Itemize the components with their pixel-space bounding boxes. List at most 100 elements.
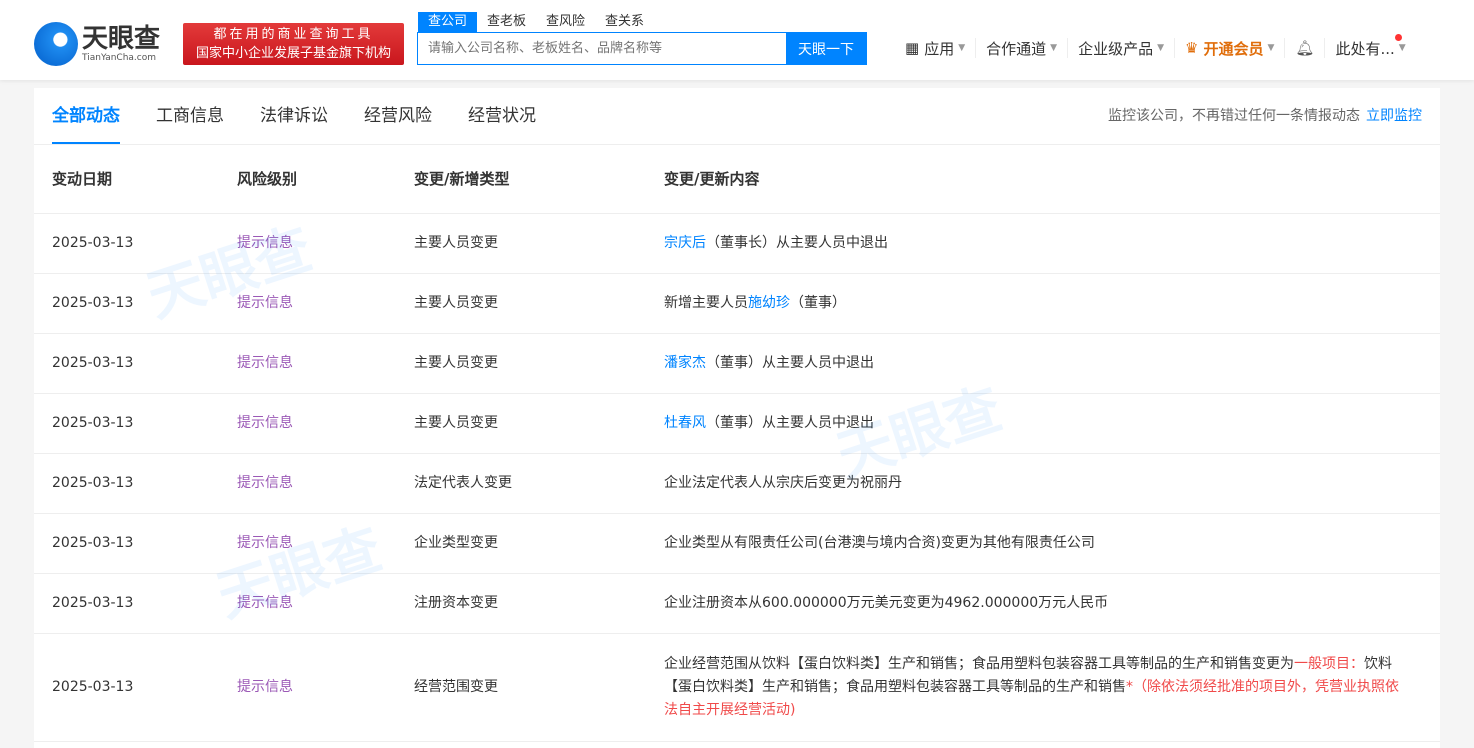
tab-legal[interactable]: 法律诉讼 xyxy=(260,88,328,144)
change-type: 经营范围变更 xyxy=(396,633,646,742)
table-row: 2025-03-13 提示信息 法定代表人变更 企业法定代表人从宗庆后变更为祝丽丹 xyxy=(34,453,1440,514)
table-row: 2025-03-13 提示信息 主要人员变更 新增主要人员施幼珍（董事） xyxy=(34,273,1440,334)
logo-icon xyxy=(34,22,78,66)
monitor-text: 监控该公司，不再错过任何一条情报动态 xyxy=(1108,108,1360,124)
change-content: 新增主要人员施幼珍（董事） xyxy=(646,273,1440,334)
search-tab-company[interactable]: 查公司 xyxy=(418,12,478,32)
table-row: 2025-03-13 提示信息 注册资本变更 企业注册资本从600.000000万元美… xyxy=(34,573,1440,634)
search-button[interactable]: 天眼一下 xyxy=(786,33,866,64)
table-row: 2025-03-13 提示信息 企业类型变更 企业类型从有限责任公司(台港澳与境内合资… xyxy=(34,513,1440,574)
caret-down-icon: ▼ xyxy=(1050,43,1058,53)
change-type: 主要人员变更 xyxy=(396,393,646,454)
bell-icon: 🔔︎ xyxy=(1295,39,1315,57)
notification-dot xyxy=(1394,34,1402,41)
risk-level: 提示信息 xyxy=(219,273,396,334)
user-name: 此处有... xyxy=(1335,39,1395,58)
content-text: 企业法定代表人从宗庆后变更为祝丽丹 xyxy=(664,474,902,491)
nav-enterprise-label: 企业级产品 xyxy=(1078,39,1154,58)
slogan-banner[interactable]: 都在用的商业查询工具 国家中小企业发展子基金旗下机构 xyxy=(183,23,404,65)
content-text: （董事）从主要人员中退出 xyxy=(706,414,874,431)
change-date: 2025-03-13 xyxy=(34,273,219,334)
content-text: 新增主要人员 xyxy=(664,294,748,311)
change-date: 2025-03-13 xyxy=(34,513,219,574)
content-text: 企业类型从有限责任公司(台港澳与境内合资)变更为其他有限责任公司 xyxy=(664,534,1095,551)
logo-name: 天眼查 xyxy=(82,24,161,54)
search-box: 天眼一下 xyxy=(417,32,867,65)
logo[interactable]: 天眼查 TianYanCha.com xyxy=(34,22,160,66)
change-content: 企业法定代表人从宗庆后变更为祝丽丹 xyxy=(646,453,1440,514)
change-content: 杜春风（董事）从主要人员中退出 xyxy=(646,393,1440,454)
changes-table: 变动日期 风险级别 变更/新增类型 变更/更新内容 2025-03-13 提示信息… xyxy=(34,145,1440,742)
grid-icon: ▦ xyxy=(905,39,920,57)
tab-bar: 全部动态 工商信息 法律诉讼 经营风险 经营状况 监控该公司，不再错过任何一条情… xyxy=(34,88,1440,145)
risk-level: 提示信息 xyxy=(219,393,396,454)
change-content: 企业注册资本从600.000000万元美元变更为4962.000000万元人民币 xyxy=(646,573,1440,634)
nav-channel[interactable]: 合作通道 ▼ xyxy=(975,38,1067,58)
nav-apps[interactable]: ▦ 应用 ▼ xyxy=(905,38,975,58)
change-content: 宗庆后（董事长）从主要人员中退出 xyxy=(646,213,1440,274)
table-row: 2025-03-13 提示信息 主要人员变更 宗庆后（董事长）从主要人员中退出 xyxy=(34,213,1440,274)
content-text: 一般项目： xyxy=(1294,655,1364,672)
change-type: 主要人员变更 xyxy=(396,273,646,334)
nav-vip[interactable]: ♛ 开通会员 ▼ xyxy=(1174,38,1284,58)
change-type: 企业类型变更 xyxy=(396,513,646,574)
risk-level: 提示信息 xyxy=(219,213,396,274)
search-tab-relation[interactable]: 查关系 xyxy=(595,12,654,32)
content-text: 企业注册资本从600.000000万元美元变更为4962.000000万元人民币 xyxy=(664,594,1109,611)
search-tab-boss[interactable]: 查老板 xyxy=(477,12,536,32)
content-text: （董事） xyxy=(790,294,846,311)
change-type: 注册资本变更 xyxy=(396,573,646,634)
person-link[interactable]: 施幼珍 xyxy=(748,295,790,311)
notification-bell[interactable]: 🔔︎ xyxy=(1284,38,1324,58)
top-nav: ▦ 应用 ▼ 合作通道 ▼ 企业级产品 ▼ ♛ 开通会员 ▼ 🔔︎ 此处有... ▼ xyxy=(905,34,1416,58)
person-link[interactable]: 潘家杰 xyxy=(664,355,706,371)
content-text: （董事）从主要人员中退出 xyxy=(706,354,874,371)
content-text: 企业经营范围从饮料【蛋白饮料类】生产和销售；食品用塑料包装容器工具等制品的生产和… xyxy=(664,655,1294,672)
logo-domain: TianYanCha.com xyxy=(82,53,157,63)
change-date: 2025-03-13 xyxy=(34,453,219,514)
change-date: 2025-03-13 xyxy=(34,393,219,454)
tab-status[interactable]: 经营状况 xyxy=(468,88,536,144)
slogan-line2: 国家中小企业发展子基金旗下机构 xyxy=(195,46,391,61)
tab-risk[interactable]: 经营风险 xyxy=(364,88,432,144)
tab-all-updates[interactable]: 全部动态 xyxy=(52,88,120,144)
person-link[interactable]: 宗庆后 xyxy=(664,235,706,251)
change-type: 主要人员变更 xyxy=(396,213,646,274)
col-risk: 风险级别 xyxy=(219,145,396,214)
change-date: 2025-03-13 xyxy=(34,213,219,274)
change-type: 法定代表人变更 xyxy=(396,453,646,514)
search-input[interactable] xyxy=(418,33,786,64)
change-content: 企业类型从有限责任公司(台港澳与境内合资)变更为其他有限责任公司 xyxy=(646,513,1440,574)
top-bar: 天眼查 TianYanCha.com 都在用的商业查询工具 国家中小企业发展子基… xyxy=(0,0,1474,80)
risk-level: 提示信息 xyxy=(219,633,396,742)
content-text: （董事长）从主要人员中退出 xyxy=(706,234,888,251)
monitor-prompt: 监控该公司，不再错过任何一条情报动态 立即监控 xyxy=(1108,88,1422,144)
change-date: 2025-03-13 xyxy=(34,633,219,742)
nav-channel-label: 合作通道 xyxy=(986,39,1047,58)
table-row: 2025-03-13 提示信息 主要人员变更 潘家杰（董事）从主要人员中退出 xyxy=(34,333,1440,394)
col-content: 变更/更新内容 xyxy=(646,145,1440,214)
slogan-line1: 都在用的商业查询工具 xyxy=(213,27,374,42)
tab-business-info[interactable]: 工商信息 xyxy=(156,88,224,144)
change-date: 2025-03-13 xyxy=(34,573,219,634)
user-menu[interactable]: 此处有... ▼ xyxy=(1324,34,1415,58)
search-tabs: 查公司 查老板 查风险 查关系 xyxy=(418,12,654,32)
table-row: 2025-03-13 提示信息 主要人员变更 杜春风（董事）从主要人员中退出 xyxy=(34,393,1440,454)
caret-down-icon: ▼ xyxy=(1157,43,1164,53)
table-row: 2025-03-13 提示信息 经营范围变更 企业经营范围从饮料【蛋白饮料类】生产和销… xyxy=(34,633,1440,742)
crown-icon: ♛ xyxy=(1185,39,1199,57)
change-date: 2025-03-13 xyxy=(34,333,219,394)
change-content: 潘家杰（董事）从主要人员中退出 xyxy=(646,333,1440,394)
risk-level: 提示信息 xyxy=(219,453,396,514)
risk-level: 提示信息 xyxy=(219,573,396,634)
search-tab-risk[interactable]: 查风险 xyxy=(536,12,595,32)
person-link[interactable]: 杜春风 xyxy=(664,415,706,431)
caret-down-icon: ▼ xyxy=(958,43,966,53)
content-card: 全部动态 工商信息 法律诉讼 经营风险 经营状况 监控该公司，不再错过任何一条情… xyxy=(34,88,1440,748)
nav-enterprise[interactable]: 企业级产品 ▼ xyxy=(1067,38,1174,58)
caret-down-icon: ▼ xyxy=(1398,43,1406,53)
monitor-link[interactable]: 立即监控 xyxy=(1366,108,1422,124)
change-content: 企业经营范围从饮料【蛋白饮料类】生产和销售；食品用塑料包装容器工具等制品的生产和… xyxy=(646,633,1440,742)
col-date: 变动日期 xyxy=(34,145,219,214)
risk-level: 提示信息 xyxy=(219,513,396,574)
